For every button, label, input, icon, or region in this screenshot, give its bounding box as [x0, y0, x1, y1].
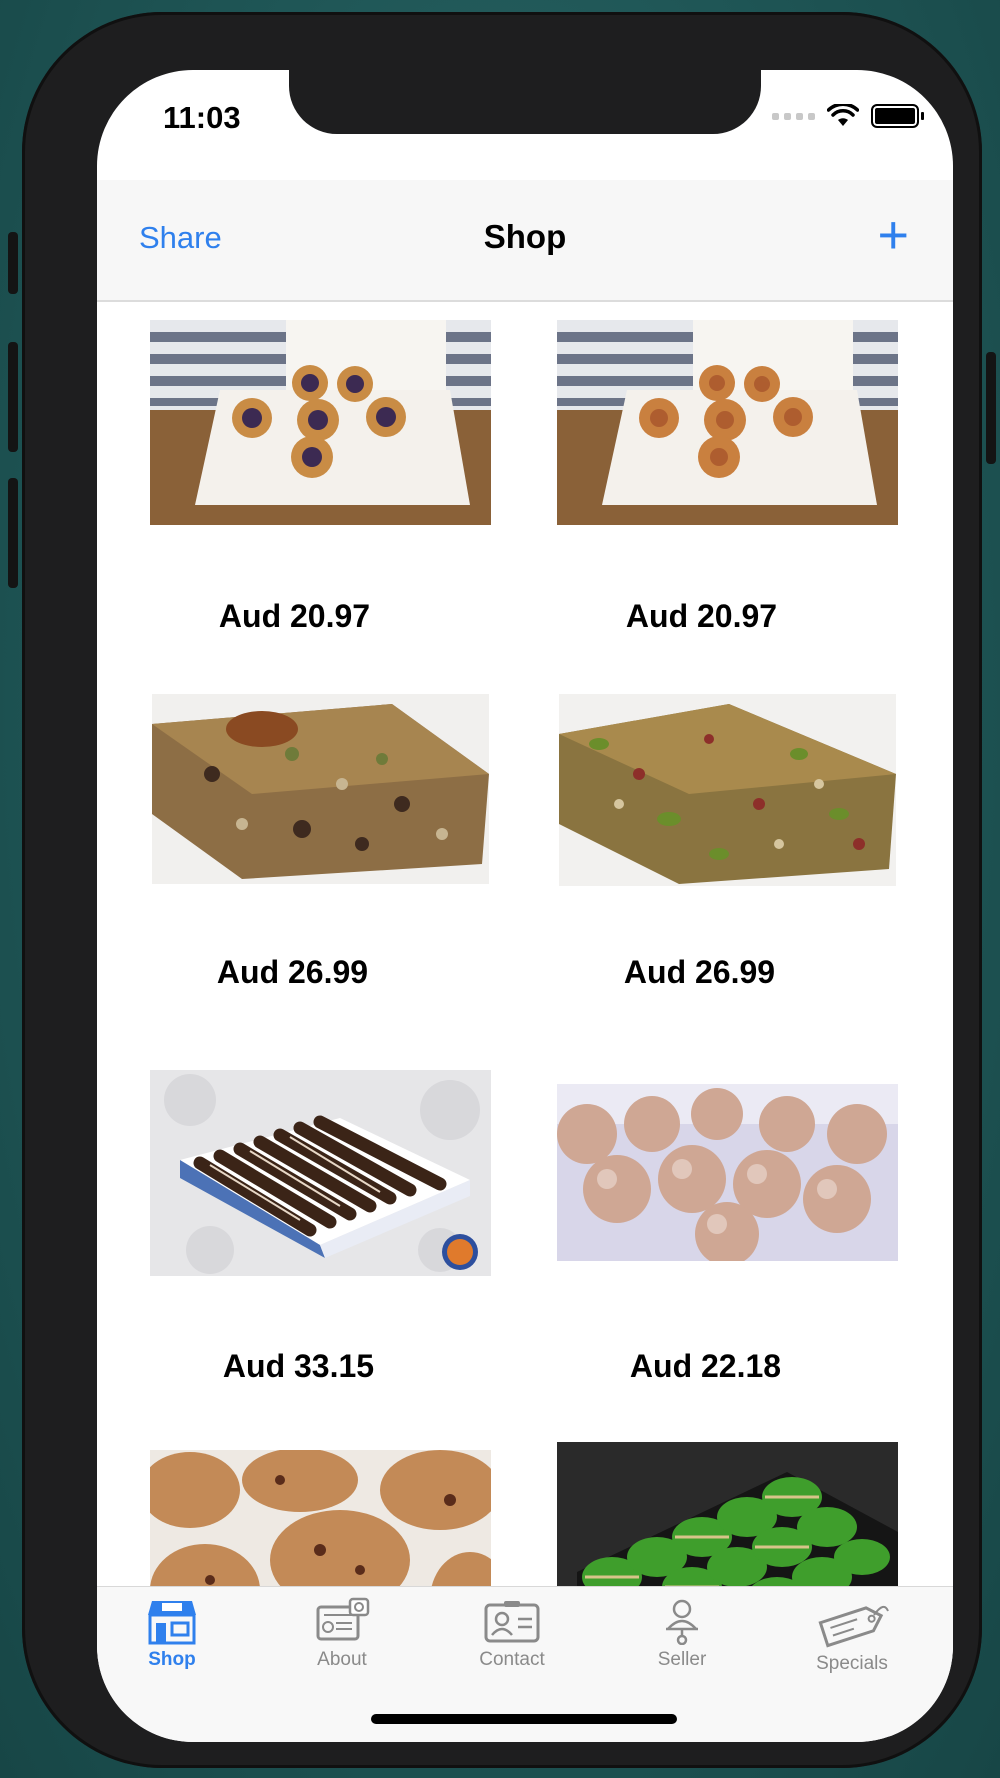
- tab-about[interactable]: About: [257, 1597, 427, 1671]
- home-indicator[interactable]: [371, 1714, 677, 1724]
- tab-label: About: [317, 1649, 367, 1670]
- navigation-bar: Share Shop +: [97, 180, 953, 302]
- product-grid[interactable]: Aud 20.97 Aud 20.97 Aud 26.99 Aud 26.99 …: [97, 302, 953, 1642]
- phone-frame: 11:03 Share Shop + Aud 20.97 Aud 20.97 A…: [8, 12, 996, 1768]
- product-price: Aud 26.99: [216, 954, 369, 990]
- tab-label: Contact: [479, 1649, 545, 1670]
- product-price: Aud 22.18: [629, 1348, 782, 1384]
- product-image: [150, 1070, 491, 1276]
- status-indicators: [772, 104, 924, 128]
- product-image: [150, 320, 491, 525]
- power-button: [986, 352, 996, 464]
- product-price: Aud 20.97: [218, 598, 371, 634]
- product-price: Aud 26.99: [623, 954, 776, 990]
- wifi-icon: [827, 104, 859, 126]
- tab-specials[interactable]: Specials: [767, 1597, 937, 1675]
- page-title: Shop: [483, 218, 567, 255]
- tab-shop[interactable]: Shop: [97, 1597, 257, 1671]
- contact-card-icon: [484, 1601, 540, 1643]
- storefront-icon: [148, 1601, 196, 1645]
- tab-seller[interactable]: Seller: [597, 1597, 767, 1671]
- product-image: [152, 694, 489, 884]
- notch: [289, 70, 761, 134]
- seller-person-icon: [666, 1599, 698, 1645]
- app-screen: 11:03 Share Shop + Aud 20.97 Aud 20.97 A…: [97, 70, 953, 1742]
- volume-up-button: [8, 342, 18, 452]
- product-image: [557, 1084, 898, 1261]
- tab-label: Specials: [816, 1653, 888, 1674]
- about-icon: [316, 1597, 370, 1641]
- tab-contact[interactable]: Contact: [427, 1597, 597, 1671]
- volume-down-button: [8, 478, 18, 588]
- tab-label: Seller: [657, 1649, 707, 1670]
- product-price: Aud 33.15: [222, 1348, 375, 1384]
- status-time: 11:03: [163, 100, 241, 135]
- price-tag-icon: [818, 1605, 889, 1648]
- tab-label: Shop: [148, 1649, 196, 1670]
- product-image: [557, 320, 898, 525]
- product-image: [559, 694, 896, 886]
- add-button[interactable]: +: [877, 208, 909, 262]
- battery-icon: [871, 104, 924, 128]
- silent-switch: [8, 232, 18, 294]
- product-price: Aud 20.97: [625, 598, 778, 634]
- cellular-signal-icon: [772, 112, 815, 120]
